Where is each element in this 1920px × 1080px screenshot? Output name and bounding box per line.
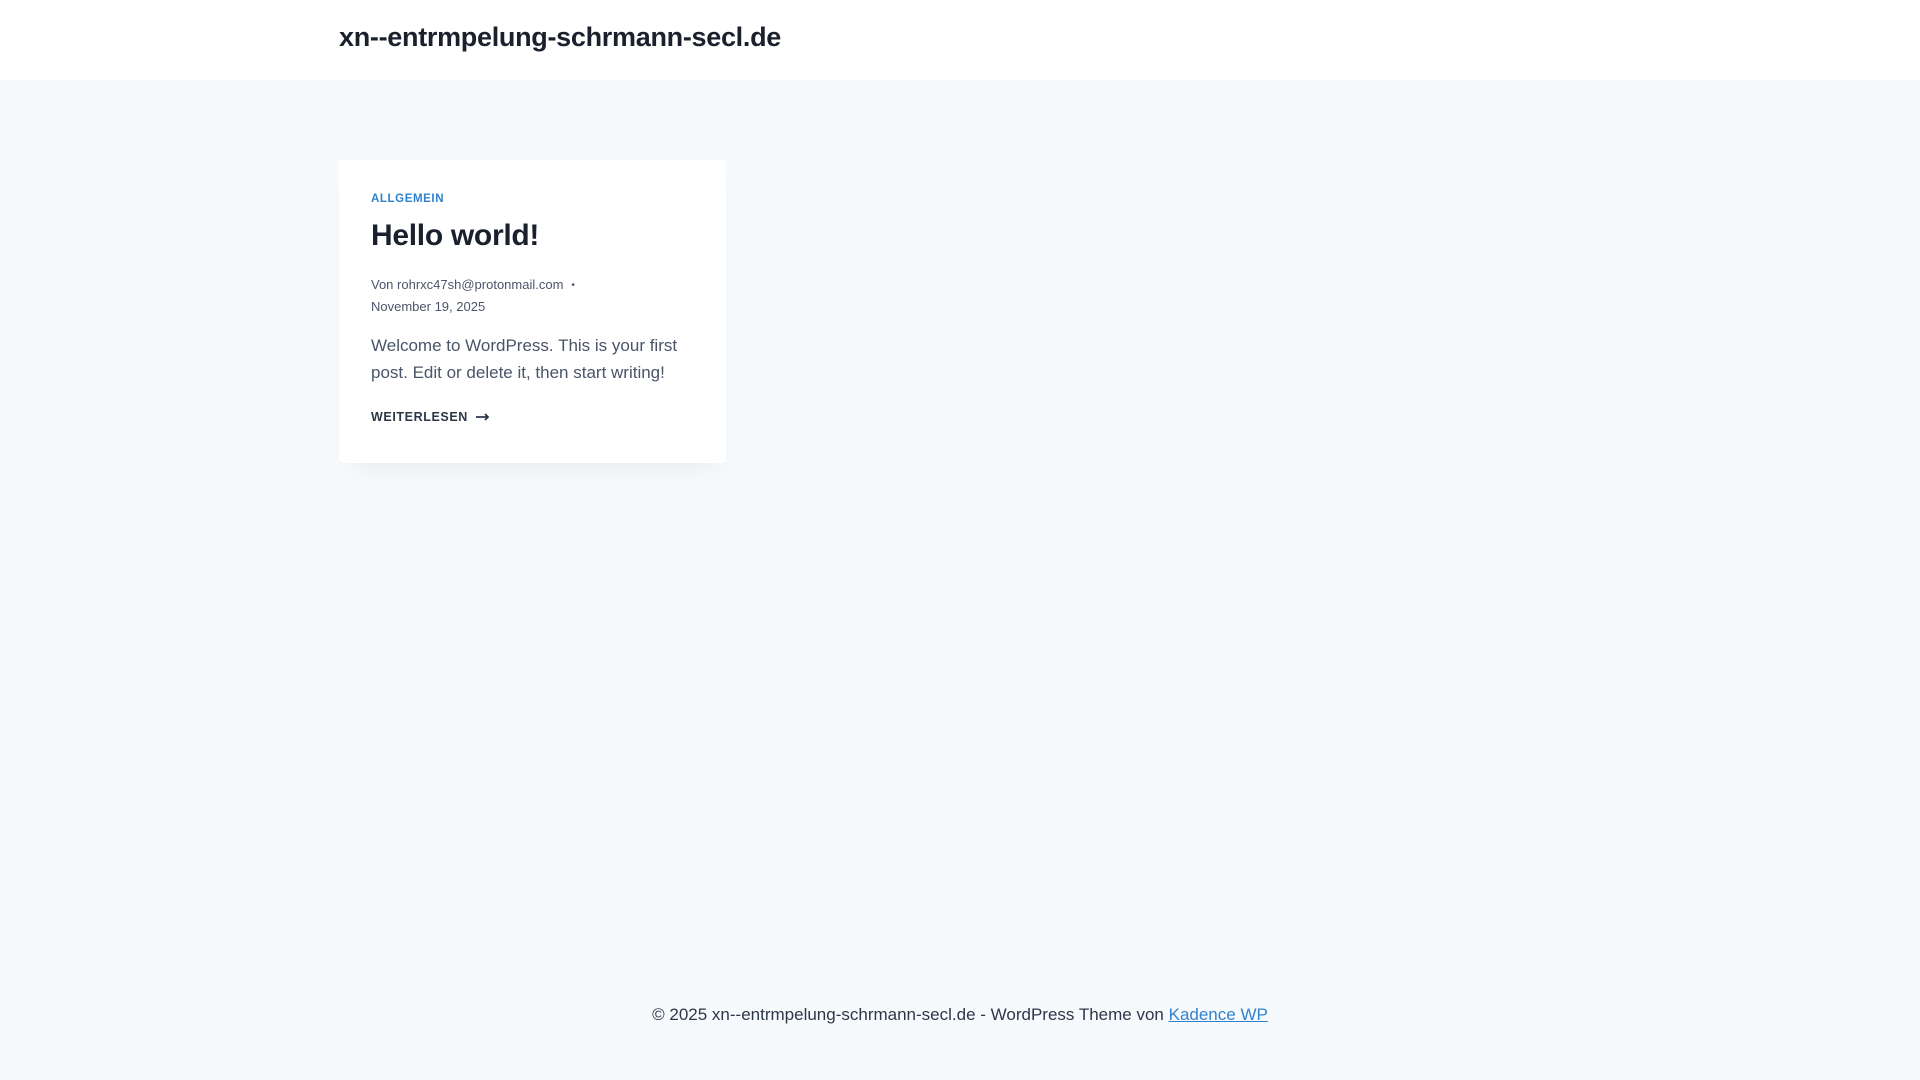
author-link[interactable]: rohrxc47sh@protonmail.com [397, 277, 563, 292]
post-date: November 19, 2025 [371, 299, 486, 314]
read-more-link[interactable]: WEITERLESEN [371, 410, 490, 424]
category-link[interactable]: ALLGEMEIN [371, 193, 444, 205]
site-title-link[interactable]: xn--entrmpelung-schrmann-secl.de [339, 22, 781, 53]
author-prefix: Von [371, 277, 394, 292]
meta-separator: • [571, 280, 575, 291]
site-header: xn--entrmpelung-schrmann-secl.de [0, 0, 1920, 80]
post-card: ALLGEMEIN Hello world! Von rohrxc47sh@pr… [339, 160, 726, 463]
arrow-right-icon [475, 413, 490, 421]
post-excerpt: Welcome to WordPress. This is your first… [371, 336, 678, 382]
site-footer: © 2025 xn--entrmpelung-schrmann-secl.de … [0, 1005, 1920, 1025]
read-more-label: WEITERLESEN [371, 410, 468, 424]
kadence-link[interactable]: Kadence WP [1169, 1005, 1268, 1024]
footer-text: © 2025 xn--entrmpelung-schrmann-secl.de … [652, 1005, 1164, 1024]
post-meta: Von rohrxc47sh@protonmail.com • November … [371, 274, 575, 317]
post-title-link[interactable]: Hello world! [371, 219, 539, 253]
